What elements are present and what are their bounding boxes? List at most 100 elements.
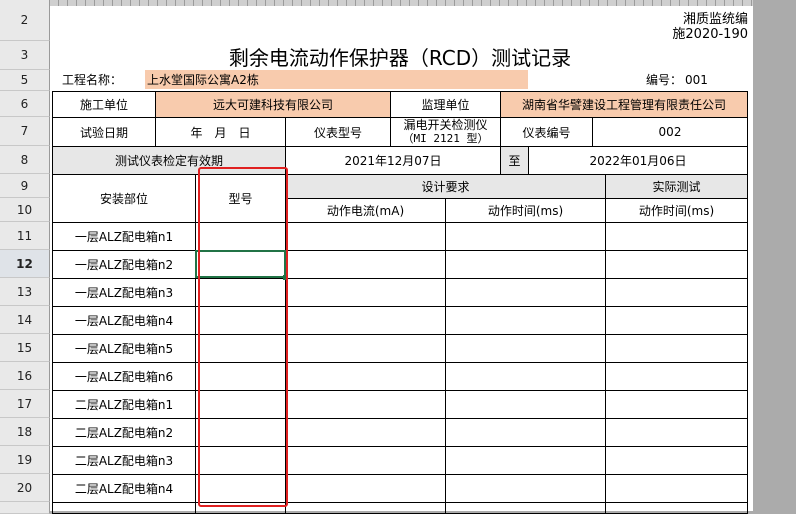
row-time-actual-cell[interactable] <box>605 446 748 475</box>
row-current-cell[interactable] <box>285 306 446 335</box>
row-location-cell[interactable]: 一层ALZ配电箱n3 <box>52 278 196 307</box>
row-model-cell[interactable] <box>195 222 286 251</box>
row-header-18[interactable]: 18 <box>0 418 50 446</box>
row-header-partial[interactable] <box>0 502 50 514</box>
form-code-line: 施2020-190 <box>672 27 748 41</box>
row-header-9[interactable]: 9 <box>0 174 50 198</box>
row-location-cell[interactable]: 二层ALZ配电箱n3 <box>52 446 196 475</box>
validity-from-field[interactable]: 2021年12月07日 <box>285 146 501 175</box>
row-model-cell[interactable] <box>195 418 286 447</box>
column-header-strip[interactable] <box>50 0 753 6</box>
row-header-11[interactable]: 11 <box>0 222 50 250</box>
row-header-10[interactable]: 10 <box>0 198 50 222</box>
validity-label: 测试仪表检定有效期 <box>52 146 286 175</box>
row-location-cell[interactable]: 二层ALZ配电箱n4 <box>52 474 196 503</box>
row-current-cell[interactable] <box>285 390 446 419</box>
partial-row-cell[interactable] <box>285 502 446 514</box>
row-header-8[interactable]: 8 <box>0 146 50 174</box>
row-current-cell[interactable] <box>285 334 446 363</box>
row-header-16[interactable]: 16 <box>0 362 50 390</box>
row-time-design-cell[interactable] <box>445 362 606 391</box>
row-location-cell[interactable]: 一层ALZ配电箱n4 <box>52 306 196 335</box>
row-header-20[interactable]: 20 <box>0 474 50 502</box>
construction-unit-field[interactable]: 远大可建科技有限公司 <box>155 91 391 118</box>
col-header-model: 型号 <box>195 174 286 223</box>
construction-unit-label: 施工单位 <box>52 91 156 118</box>
row-model-cell[interactable] <box>195 334 286 363</box>
row-location-cell[interactable]: 一层ALZ配电箱n1 <box>52 222 196 251</box>
instrument-model-line1: 漏电开关检测仪 <box>403 118 488 132</box>
partial-row-cell[interactable] <box>605 502 748 514</box>
instrument-model-line2: （MI 2121 型） <box>402 132 489 145</box>
row-time-actual-cell[interactable] <box>605 390 748 419</box>
row-time-design-cell[interactable] <box>445 334 606 363</box>
row-current-cell[interactable] <box>285 250 446 279</box>
row-header-6[interactable]: 6 <box>0 91 50 117</box>
row-time-actual-cell[interactable] <box>605 334 748 363</box>
partial-row-cell[interactable] <box>195 502 286 514</box>
row-time-actual-cell[interactable] <box>605 306 748 335</box>
fill-handle[interactable] <box>283 275 288 280</box>
row-time-actual-cell[interactable] <box>605 418 748 447</box>
row-time-design-cell[interactable] <box>445 278 606 307</box>
row-model-cell[interactable] <box>195 474 286 503</box>
row-location-cell[interactable]: 一层ALZ配电箱n2 <box>52 250 196 279</box>
row-header-12[interactable]: 12 <box>0 250 50 278</box>
row-model-cell[interactable] <box>195 390 286 419</box>
instrument-model-label: 仪表型号 <box>285 117 391 147</box>
row-header-2[interactable]: 2 <box>0 0 50 41</box>
row-header-13[interactable]: 13 <box>0 278 50 306</box>
row-header-3[interactable]: 3 <box>0 41 50 70</box>
test-date-label: 试验日期 <box>52 117 156 147</box>
col-header-time-design: 动作时间(ms) <box>445 198 606 223</box>
row-header-15[interactable]: 15 <box>0 334 50 362</box>
row-header-14[interactable]: 14 <box>0 306 50 334</box>
active-cell-cursor[interactable] <box>195 250 286 278</box>
row-location-cell[interactable]: 一层ALZ配电箱n6 <box>52 362 196 391</box>
row-header-5[interactable]: 5 <box>0 70 50 91</box>
row-header-17[interactable]: 17 <box>0 390 50 418</box>
row-time-design-cell[interactable] <box>445 474 606 503</box>
row-time-design-cell[interactable] <box>445 306 606 335</box>
row-model-cell[interactable] <box>195 446 286 475</box>
validity-to-field[interactable]: 2022年01月06日 <box>528 146 748 175</box>
row-time-actual-cell[interactable] <box>605 278 748 307</box>
partial-row-cell[interactable] <box>445 502 606 514</box>
row-model-cell[interactable] <box>195 278 286 307</box>
row-time-actual-cell[interactable] <box>605 362 748 391</box>
number-field[interactable]: 001 <box>683 70 748 89</box>
row-header-7[interactable]: 7 <box>0 117 50 146</box>
test-date-field[interactable]: 年 月 日 <box>155 117 286 147</box>
row-header-19[interactable]: 19 <box>0 446 50 474</box>
instrument-number-label: 仪表编号 <box>500 117 593 147</box>
row-time-design-cell[interactable] <box>445 418 606 447</box>
row-time-actual-cell[interactable] <box>605 474 748 503</box>
row-current-cell[interactable] <box>285 474 446 503</box>
row-time-actual-cell[interactable] <box>605 250 748 279</box>
validity-to-label: 至 <box>500 146 529 175</box>
row-time-design-cell[interactable] <box>445 222 606 251</box>
partial-row-cell[interactable] <box>52 502 196 514</box>
supervision-unit-field[interactable]: 湖南省华譬建设工程管理有限责任公司 <box>500 91 748 118</box>
row-model-cell[interactable] <box>195 306 286 335</box>
row-current-cell[interactable] <box>285 222 446 251</box>
page-title: 剩余电流动作保护器（RCD）测试记录 <box>228 45 572 70</box>
row-time-actual-cell[interactable] <box>605 222 748 251</box>
row-location-cell[interactable]: 二层ALZ配电箱n1 <box>52 390 196 419</box>
col-header-time-actual: 动作时间(ms) <box>605 198 748 223</box>
row-location-cell[interactable]: 一层ALZ配电箱n5 <box>52 334 196 363</box>
row-time-design-cell[interactable] <box>445 250 606 279</box>
row-model-cell[interactable] <box>195 362 286 391</box>
row-current-cell[interactable] <box>285 278 446 307</box>
row-current-cell[interactable] <box>285 362 446 391</box>
instrument-number-field[interactable]: 002 <box>592 117 748 147</box>
group-header-actual: 实际测试 <box>605 174 748 199</box>
row-time-design-cell[interactable] <box>445 390 606 419</box>
row-location-cell[interactable]: 二层ALZ配电箱n2 <box>52 418 196 447</box>
row-current-cell[interactable] <box>285 446 446 475</box>
project-name-field[interactable]: 上水堂国际公寓A2栋 <box>145 70 528 89</box>
col-header-current: 动作电流(mA) <box>285 198 446 223</box>
row-current-cell[interactable] <box>285 418 446 447</box>
row-time-design-cell[interactable] <box>445 446 606 475</box>
instrument-model-field[interactable]: 漏电开关检测仪 （MI 2121 型） <box>390 117 501 147</box>
